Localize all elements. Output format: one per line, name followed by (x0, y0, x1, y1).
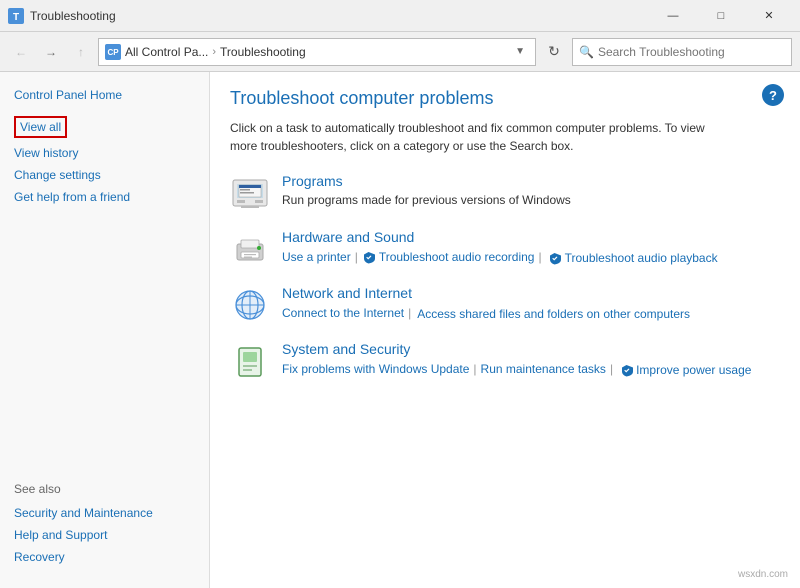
connect-internet-link[interactable]: Connect to the Internet (282, 306, 404, 320)
page-title: Troubleshoot computer problems (230, 88, 780, 109)
sidebar: Control Panel Home View all View history… (0, 72, 210, 588)
category-network-internet: Network and Internet Connect to the Inte… (230, 285, 780, 325)
forward-button[interactable]: → (38, 39, 64, 65)
network-internet-links: Connect to the Internet | Access shared … (282, 305, 690, 321)
programs-subtitle: Run programs made for previous versions … (282, 193, 571, 207)
sidebar-home-link[interactable]: Control Panel Home (14, 88, 195, 102)
system-security-links: Fix problems with Windows Update | Run m… (282, 361, 751, 377)
close-button[interactable]: ✕ (746, 1, 792, 31)
category-programs: Programs Run programs made for previous … (230, 173, 780, 213)
hardware-sound-icon (230, 229, 270, 269)
title-bar: T Troubleshooting — □ ✕ (0, 0, 800, 32)
help-button[interactable]: ? (762, 84, 784, 106)
programs-content: Programs Run programs made for previous … (282, 173, 571, 207)
main-container: Control Panel Home View all View history… (0, 72, 800, 588)
window-title: Troubleshooting (30, 9, 650, 23)
run-maintenance-tasks-link[interactable]: Run maintenance tasks (481, 362, 606, 376)
breadcrumb-dropdown[interactable]: ▼ (511, 46, 529, 57)
breadcrumb-separator: › (212, 46, 216, 58)
watermark: wsxdn.com (738, 569, 788, 580)
fix-windows-update-link[interactable]: Fix problems with Windows Update (282, 362, 469, 376)
search-box: 🔍 (572, 38, 792, 66)
sidebar-view-history[interactable]: View history (14, 146, 195, 160)
system-security-content: System and Security Fix problems with Wi… (282, 341, 751, 377)
breadcrumb-icon: CP (105, 44, 121, 60)
sidebar-see-also: See also Security and Maintenance Help a… (14, 462, 195, 572)
category-hardware-sound: Hardware and Sound Use a printer | Troub… (230, 229, 780, 269)
programs-icon (230, 173, 270, 213)
hardware-sound-title[interactable]: Hardware and Sound (282, 229, 718, 245)
breadcrumb-bar: CP All Control Pa... › Troubleshooting ▼ (98, 38, 536, 66)
sidebar-get-help[interactable]: Get help from a friend (14, 190, 195, 204)
programs-desc: Run programs made for previous versions … (282, 193, 571, 207)
search-input[interactable] (598, 45, 785, 59)
search-icon: 🔍 (579, 45, 594, 59)
hardware-sound-content: Hardware and Sound Use a printer | Troub… (282, 229, 718, 265)
troubleshoot-audio-playback-link[interactable]: Troubleshoot audio playback (548, 251, 718, 265)
shield-icon-3 (619, 363, 633, 377)
sidebar-recovery[interactable]: Recovery (14, 550, 195, 564)
see-also-title: See also (14, 482, 195, 496)
breadcrumb-part1[interactable]: All Control Pa... (125, 45, 208, 59)
minimize-button[interactable]: — (650, 1, 696, 31)
sidebar-view-all[interactable]: View all (14, 116, 67, 138)
shield-icon-2 (548, 251, 562, 265)
sidebar-change-settings[interactable]: Change settings (14, 168, 195, 182)
svg-text:CP: CP (107, 48, 119, 57)
svg-text:T: T (13, 12, 19, 23)
breadcrumb-current: Troubleshooting (220, 45, 306, 59)
access-shared-files-link[interactable]: Access shared files and folders on other… (417, 307, 690, 321)
system-security-icon (230, 341, 270, 381)
network-internet-content: Network and Internet Connect to the Inte… (282, 285, 690, 321)
network-internet-icon (230, 285, 270, 325)
troubleshoot-audio-recording-link[interactable]: Troubleshoot audio recording (362, 250, 535, 264)
up-button[interactable]: ↑ (68, 39, 94, 65)
app-icon: T (8, 8, 24, 24)
network-internet-title[interactable]: Network and Internet (282, 285, 690, 301)
category-system-security: System and Security Fix problems with Wi… (230, 341, 780, 381)
hardware-sound-links: Use a printer | Troubleshoot audio recor… (282, 249, 718, 265)
content-area: ? Troubleshoot computer problems Click o… (210, 72, 800, 588)
sidebar-help-support[interactable]: Help and Support (14, 528, 195, 542)
refresh-button[interactable]: ↻ (540, 38, 568, 66)
window-controls: — □ ✕ (650, 1, 792, 31)
address-bar: ← → ↑ CP All Control Pa... › Troubleshoo… (0, 32, 800, 72)
shield-icon-1 (362, 250, 376, 264)
back-button[interactable]: ← (8, 39, 34, 65)
use-printer-link[interactable]: Use a printer (282, 250, 351, 264)
page-description: Click on a task to automatically trouble… (230, 119, 710, 155)
sidebar-security-maintenance[interactable]: Security and Maintenance (14, 506, 195, 520)
maximize-button[interactable]: □ (698, 1, 744, 31)
improve-power-usage-link[interactable]: Improve power usage (619, 363, 751, 377)
system-security-title[interactable]: System and Security (282, 341, 751, 357)
programs-title[interactable]: Programs (282, 173, 571, 189)
